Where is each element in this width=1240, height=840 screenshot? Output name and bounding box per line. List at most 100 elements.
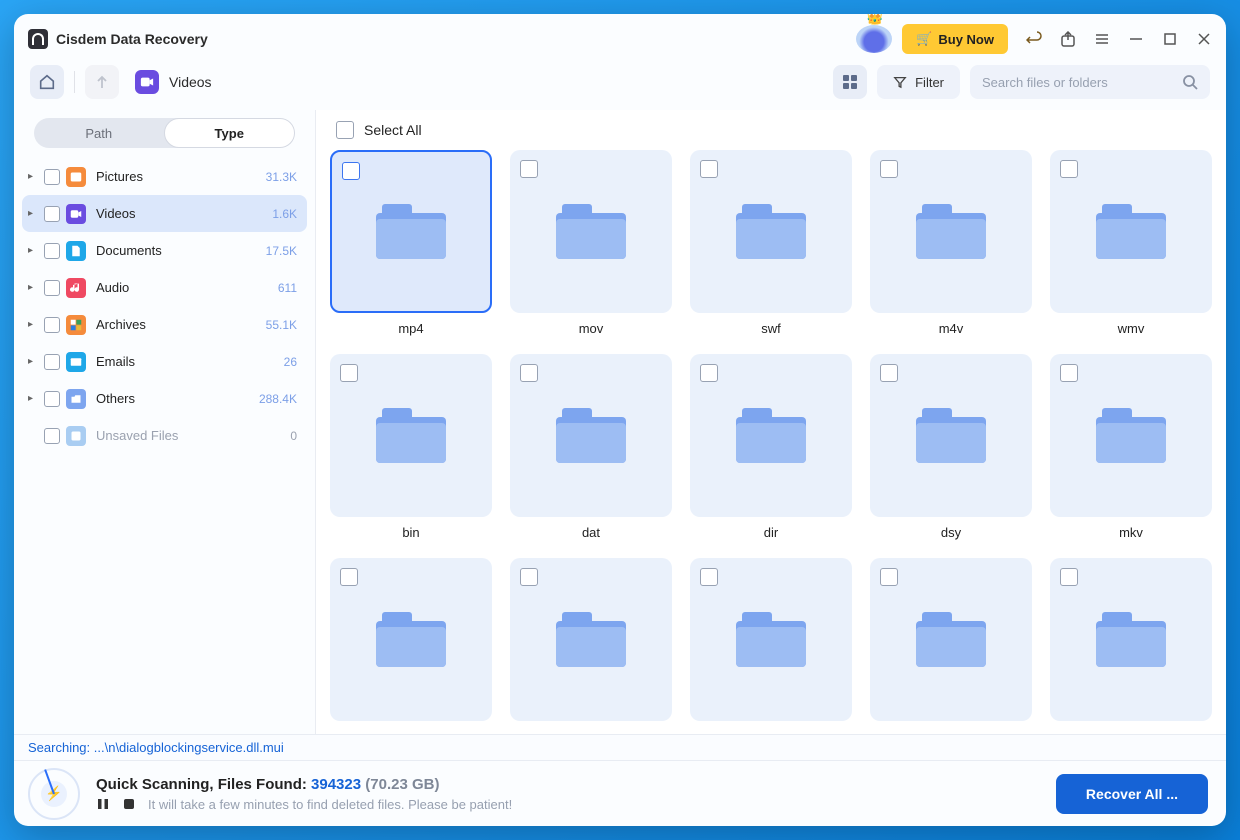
undo-icon[interactable] — [1026, 31, 1042, 47]
folder-tile[interactable] — [1050, 558, 1212, 721]
folder-card — [1050, 558, 1212, 729]
close-icon[interactable] — [1196, 31, 1212, 47]
filter-button[interactable]: Filter — [877, 65, 960, 99]
category-label: Unsaved Files — [96, 428, 284, 443]
menu-icon[interactable] — [1094, 31, 1110, 47]
content: Select All mp4movswfm4vwmvbindatdirdsymk… — [316, 110, 1226, 734]
folder-tile[interactable] — [330, 558, 492, 721]
folder-checkbox[interactable] — [700, 160, 718, 178]
folder-name: mkv — [1050, 525, 1212, 540]
category-count: 0 — [290, 429, 297, 443]
folder-checkbox[interactable] — [700, 568, 718, 586]
category-videos[interactable]: ▸Videos1.6K — [22, 195, 307, 232]
scan-prefix: Quick Scanning, Files Found: — [96, 776, 311, 793]
select-all-label: Select All — [364, 122, 422, 138]
up-button[interactable] — [85, 65, 119, 99]
folder-tile[interactable] — [690, 354, 852, 517]
folder-tile[interactable] — [330, 150, 492, 313]
recover-all-button[interactable]: Recover All ... — [1056, 774, 1208, 814]
scan-count: 394323 — [311, 776, 361, 793]
maximize-icon[interactable] — [1162, 31, 1178, 47]
folder-checkbox[interactable] — [1060, 364, 1078, 382]
folder-tile[interactable] — [1050, 354, 1212, 517]
category-others[interactable]: ▸Others288.4K — [22, 380, 307, 417]
folder-name: m4v — [870, 321, 1032, 336]
search-input[interactable] — [982, 75, 1182, 90]
category-count: 55.1K — [266, 318, 297, 332]
folder-name: mov — [510, 321, 672, 336]
folder-checkbox[interactable] — [880, 160, 898, 178]
category-checkbox[interactable] — [44, 280, 60, 296]
select-all-checkbox[interactable] — [336, 121, 354, 139]
category-count: 17.5K — [266, 244, 297, 258]
folder-tile[interactable] — [510, 558, 672, 721]
scan-hint: It will take a few minutes to find delet… — [148, 797, 512, 812]
category-checkbox[interactable] — [44, 243, 60, 259]
toolbar: Videos Filter — [14, 64, 1226, 110]
minimize-icon[interactable] — [1128, 31, 1144, 47]
category-list: ▸Pictures31.3K▸Videos1.6K▸Documents17.5K… — [22, 158, 307, 734]
cart-icon: 🛒 — [916, 31, 932, 47]
category-label: Pictures — [96, 169, 260, 184]
category-icon — [66, 352, 86, 372]
tab-path[interactable]: Path — [34, 118, 164, 148]
folder-tile[interactable] — [510, 150, 672, 313]
export-icon[interactable] — [1060, 31, 1076, 47]
category-checkbox[interactable] — [44, 317, 60, 333]
buy-now-label: Buy Now — [938, 32, 994, 47]
folder-checkbox[interactable] — [520, 364, 538, 382]
folder-checkbox[interactable] — [340, 568, 358, 586]
folder-tile[interactable] — [870, 354, 1032, 517]
search-box[interactable] — [970, 65, 1210, 99]
folder-checkbox[interactable] — [880, 364, 898, 382]
filter-label: Filter — [915, 75, 944, 90]
category-checkbox[interactable] — [44, 206, 60, 222]
folder-checkbox[interactable] — [880, 568, 898, 586]
category-label: Others — [96, 391, 253, 406]
category-icon — [66, 204, 86, 224]
scan-hint-row: It will take a few minutes to find delet… — [96, 797, 1040, 812]
category-checkbox[interactable] — [44, 169, 60, 185]
folder-icon — [1096, 204, 1166, 259]
footer: ⚡ Quick Scanning, Files Found: 394323 (7… — [14, 760, 1226, 826]
grid-view-button[interactable] — [833, 65, 867, 99]
category-count: 288.4K — [259, 392, 297, 406]
category-pictures[interactable]: ▸Pictures31.3K — [22, 158, 307, 195]
folder-tile[interactable] — [870, 150, 1032, 313]
category-archives[interactable]: ▸Archives55.1K — [22, 306, 307, 343]
category-checkbox[interactable] — [44, 354, 60, 370]
folder-checkbox[interactable] — [340, 364, 358, 382]
folder-tile[interactable] — [690, 558, 852, 721]
category-audio[interactable]: ▸Audio611 — [22, 269, 307, 306]
folder-checkbox[interactable] — [342, 162, 360, 180]
chevron-right-icon: ▸ — [28, 282, 38, 293]
category-unsaved-files[interactable]: Unsaved Files 0 — [22, 417, 307, 454]
folder-tile[interactable] — [510, 354, 672, 517]
category-icon — [66, 278, 86, 298]
folder-checkbox[interactable] — [520, 160, 538, 178]
stop-button[interactable] — [122, 797, 136, 811]
folder-card: dat — [510, 354, 672, 540]
folder-icon — [556, 204, 626, 259]
folder-checkbox[interactable] — [1060, 160, 1078, 178]
folder-name: swf — [690, 321, 852, 336]
category-emails[interactable]: ▸Emails26 — [22, 343, 307, 380]
category-checkbox[interactable] — [44, 428, 60, 444]
category-checkbox[interactable] — [44, 391, 60, 407]
category-documents[interactable]: ▸Documents17.5K — [22, 232, 307, 269]
home-button[interactable] — [30, 65, 64, 99]
tab-type[interactable]: Type — [164, 118, 296, 148]
folder-card: mov — [510, 150, 672, 336]
pause-button[interactable] — [96, 797, 110, 811]
folder-checkbox[interactable] — [700, 364, 718, 382]
grid-scroll[interactable]: mp4movswfm4vwmvbindatdirdsymkv — [316, 150, 1226, 734]
folder-tile[interactable] — [690, 150, 852, 313]
folder-checkbox[interactable] — [1060, 568, 1078, 586]
folder-card: bin — [330, 354, 492, 540]
folder-tile[interactable] — [870, 558, 1032, 721]
folder-checkbox[interactable] — [520, 568, 538, 586]
folder-icon — [556, 408, 626, 463]
folder-tile[interactable] — [330, 354, 492, 517]
buy-now-button[interactable]: 🛒 Buy Now — [902, 24, 1008, 54]
folder-tile[interactable] — [1050, 150, 1212, 313]
